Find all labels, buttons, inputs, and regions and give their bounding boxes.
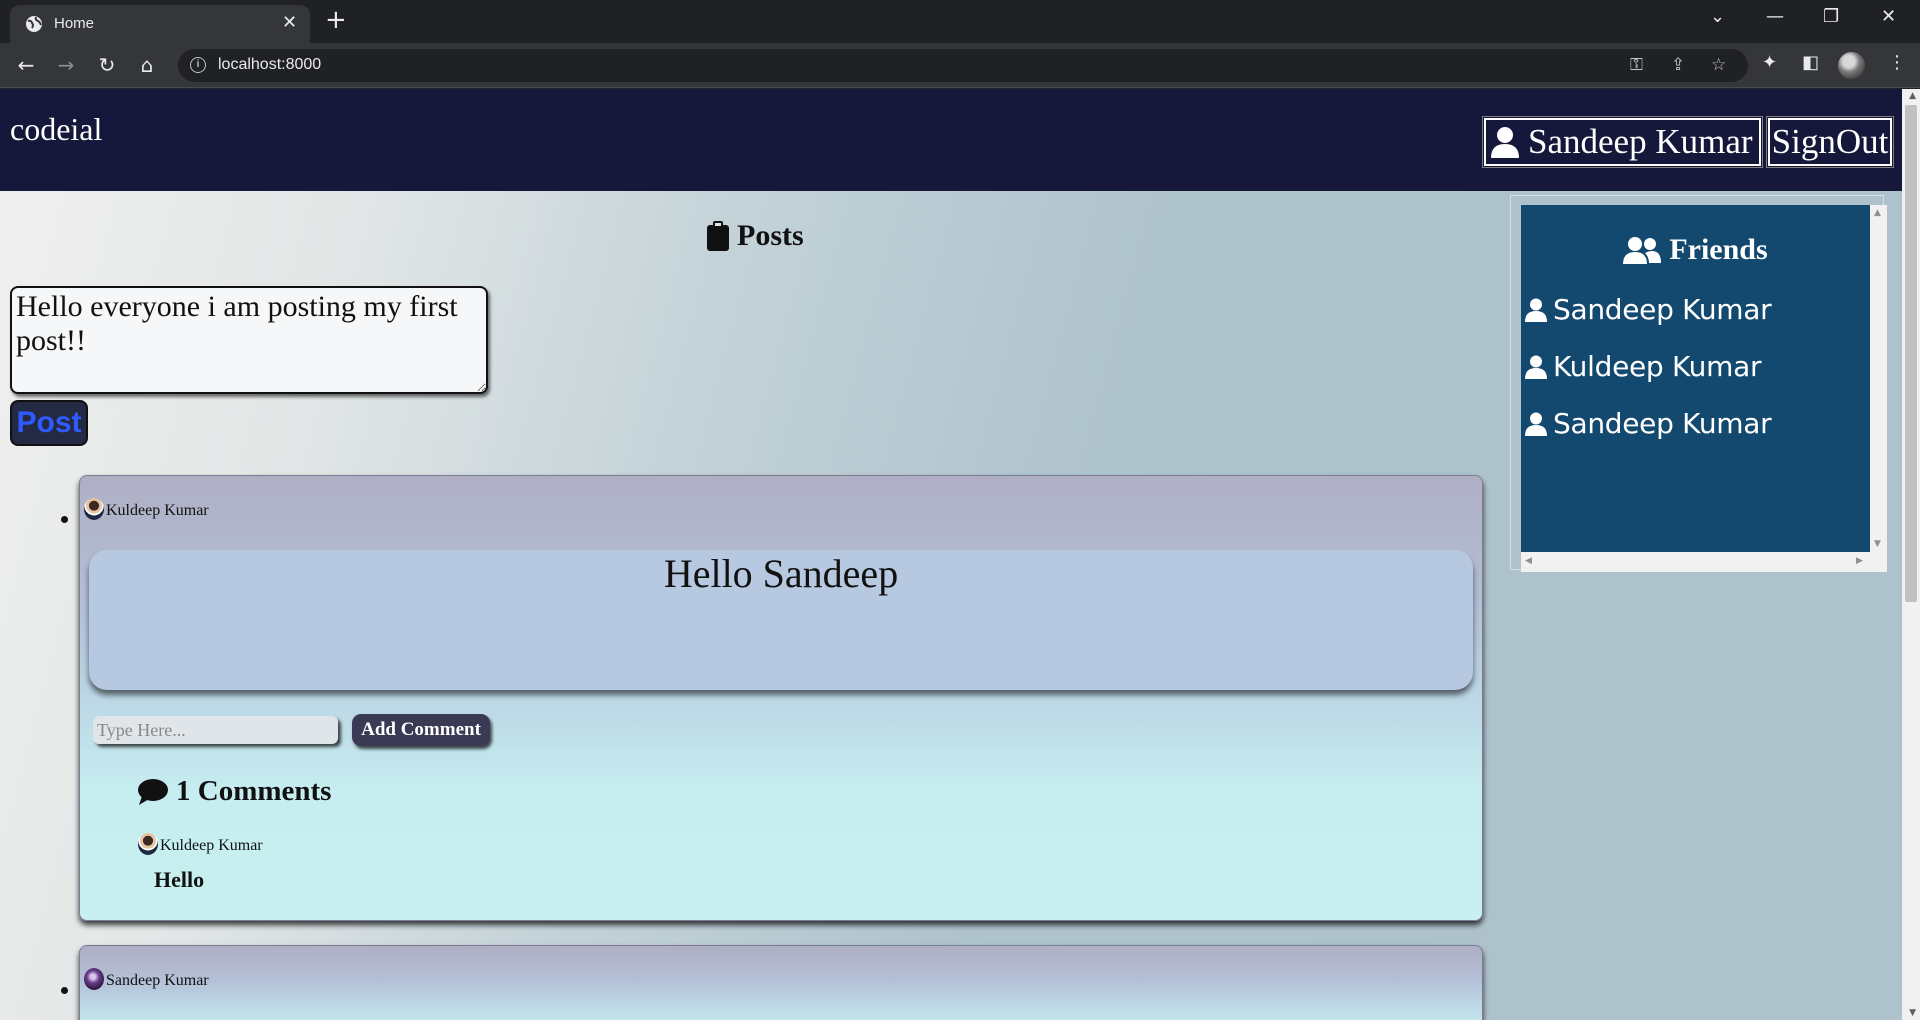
profile-link-button[interactable]: Sandeep Kumar (1482, 116, 1763, 168)
friends-container: Friends Sandeep Kumar Kuldeep Kumar Sand… (1510, 195, 1887, 572)
info-icon[interactable]: i (190, 57, 206, 73)
scroll-up-arrow-icon[interactable]: ▲ (1909, 91, 1916, 101)
friends-heading: Friends (1521, 233, 1870, 267)
close-icon[interactable]: ✕ (282, 12, 297, 33)
post-card: Kuldeep Kumar Hello Sandeep Add Comment … (79, 475, 1483, 921)
side-panel-icon[interactable]: ◧ (1802, 52, 1819, 73)
comments-heading: 1 Comments (138, 775, 331, 808)
avatar (138, 833, 158, 855)
site-header: codeial Sandeep Kumar SignOut (0, 89, 1902, 191)
posts-heading: Posts (707, 219, 804, 253)
scroll-down-arrow-icon[interactable]: ▼ (1909, 1008, 1916, 1018)
post-author-name: Kuldeep Kumar (106, 502, 209, 519)
scrollbar-thumb[interactable] (1905, 105, 1917, 602)
scroll-up-arrow-icon[interactable]: ▲ (1874, 208, 1881, 218)
globe-icon (26, 16, 42, 32)
scroll-right-arrow-icon[interactable]: ▶ (1856, 556, 1863, 566)
post-author-name: Sandeep Kumar (106, 972, 209, 989)
home-icon[interactable]: ⌂ (131, 49, 163, 81)
menu-kebab-icon[interactable]: ⋮ (1888, 52, 1906, 73)
new-post-textarea[interactable]: Hello everyone i am posting my first pos… (10, 286, 488, 394)
browser-tab[interactable]: Home ✕ (10, 5, 310, 43)
avatar (84, 498, 104, 520)
url-text: localhost:8000 (218, 56, 322, 73)
friend-name: Kuldeep Kumar (1553, 350, 1762, 383)
page-scrollbar[interactable]: ▲ ▼ (1902, 89, 1920, 1020)
minimize-icon[interactable]: — (1766, 6, 1784, 27)
scroll-down-arrow-icon[interactable]: ▼ (1874, 539, 1881, 549)
friends-panel[interactable]: Friends Sandeep Kumar Kuldeep Kumar Sand… (1521, 205, 1887, 572)
page-viewport: codeial Sandeep Kumar SignOut Posts Hell… (0, 89, 1920, 1020)
brand-logo-text[interactable]: codeial (10, 111, 102, 148)
post-submit-button[interactable]: Post (10, 400, 88, 446)
user-icon (1491, 127, 1519, 158)
reload-icon[interactable]: ↻ (91, 49, 123, 81)
user-icon (1525, 412, 1547, 436)
comment-input[interactable] (93, 716, 338, 744)
post-author: Sandeep Kumar (84, 968, 209, 990)
friend-name: Sandeep Kumar (1553, 407, 1772, 440)
friend-item[interactable]: Sandeep Kumar (1525, 293, 1772, 326)
comment-bubble-icon (138, 778, 168, 805)
user-icon (1525, 298, 1547, 322)
clipboard-icon (707, 221, 729, 251)
star-icon[interactable]: ☆ (1711, 55, 1726, 75)
browser-toolbar: ← → ↻ ⌂ i localhost:8000 ⚿ ⇪ ☆ ✦ ◧ ⋮ (0, 43, 1920, 88)
tab-title: Home (54, 15, 95, 32)
address-bar[interactable]: i localhost:8000 ⚿ ⇪ ☆ (178, 49, 1748, 82)
extensions-puzzle-icon[interactable]: ✦ (1762, 52, 1777, 73)
scroll-left-arrow-icon[interactable]: ◀ (1525, 556, 1532, 566)
users-icon (1623, 237, 1662, 264)
friends-horizontal-scrollbar[interactable]: ◀ ▶ (1521, 552, 1887, 572)
window-close-icon[interactable]: ✕ (1881, 6, 1896, 27)
friend-item[interactable]: Kuldeep Kumar (1525, 350, 1761, 383)
avatar (84, 968, 104, 990)
post-content-text: Hello Sandeep (663, 551, 899, 596)
post-author: Kuldeep Kumar (84, 498, 209, 520)
list-bullet (61, 516, 68, 523)
post-content-box: Hello Sandeep (89, 550, 1473, 690)
comment-text: Hello (154, 867, 205, 892)
profile-avatar[interactable] (1838, 52, 1865, 79)
friend-name: Sandeep Kumar (1553, 293, 1772, 326)
restore-icon[interactable]: ❐ (1823, 6, 1839, 27)
comments-count-text: 1 Comments (176, 775, 332, 807)
user-name-label: Sandeep Kumar (1528, 122, 1753, 161)
posts-heading-text: Posts (737, 219, 804, 252)
key-icon[interactable]: ⚿ (1630, 55, 1643, 75)
chevron-down-icon[interactable]: ⌄ (1710, 6, 1725, 27)
post-card: Sandeep Kumar (79, 945, 1483, 1020)
add-comment-button[interactable]: Add Comment (352, 714, 490, 746)
forward-arrow-icon[interactable]: → (50, 49, 82, 81)
list-bullet (61, 987, 68, 994)
friends-heading-text: Friends (1669, 233, 1768, 266)
user-icon (1525, 355, 1547, 379)
share-icon[interactable]: ⇪ (1671, 55, 1685, 75)
signout-button[interactable]: SignOut (1766, 116, 1894, 168)
browser-tab-strip: Home ✕ + ⌄ — ❐ ✕ (0, 0, 1920, 43)
new-tab-plus-icon[interactable]: + (325, 5, 347, 35)
comment-author: Kuldeep Kumar (138, 833, 263, 855)
back-arrow-icon[interactable]: ← (10, 49, 42, 81)
friend-item[interactable]: Sandeep Kumar (1525, 407, 1772, 440)
comment-author-name: Kuldeep Kumar (160, 837, 263, 854)
friends-vertical-scrollbar[interactable]: ▲ ▼ (1870, 205, 1887, 552)
